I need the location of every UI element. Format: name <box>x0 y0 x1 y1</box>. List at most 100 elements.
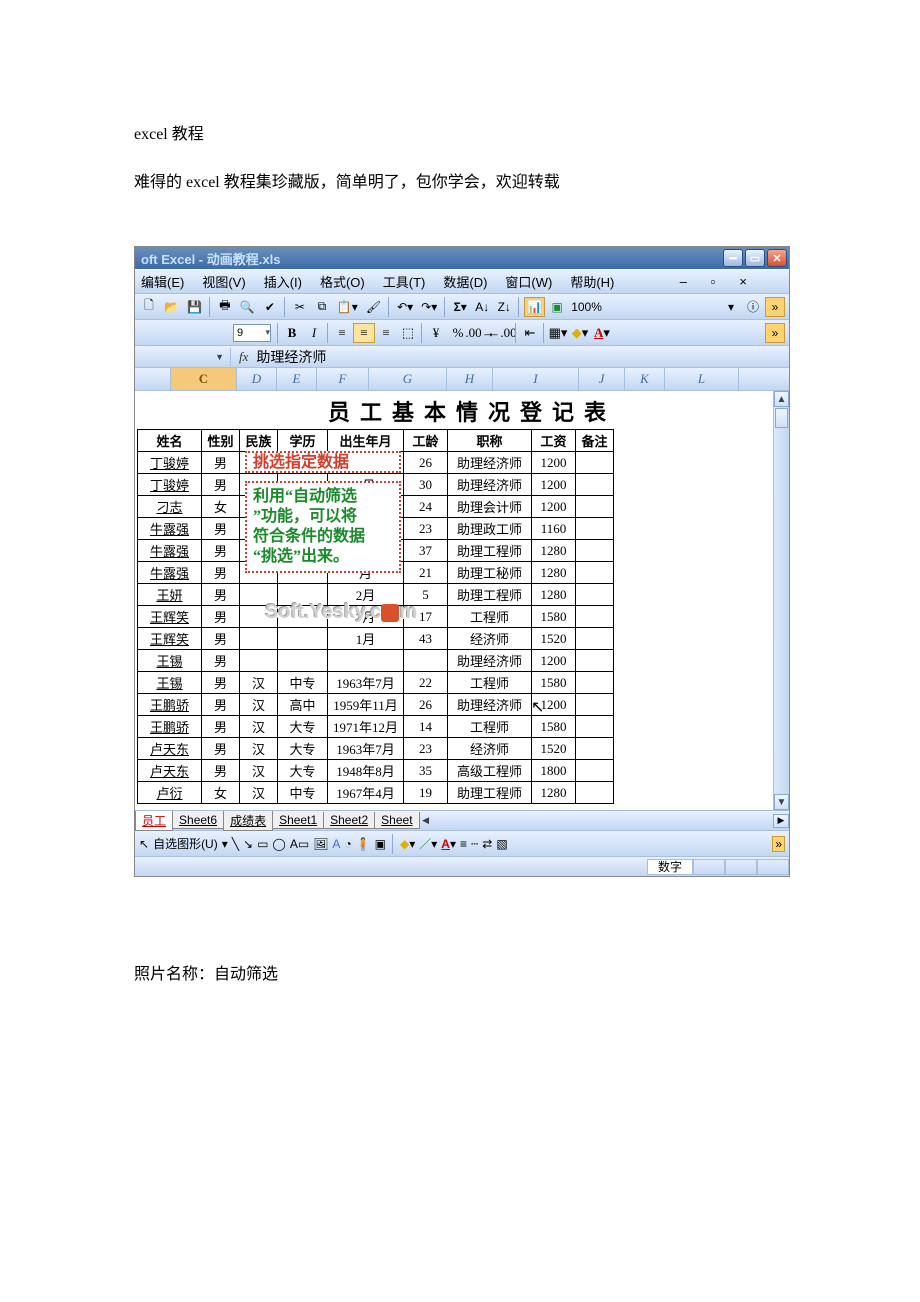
tab-scroll-left-icon[interactable]: ◀ <box>419 815 433 826</box>
cell-title[interactable]: 工程师 <box>448 716 532 738</box>
line-color-icon[interactable]: ／▾ <box>419 835 437 852</box>
cell-title[interactable]: 助理工程师 <box>448 540 532 562</box>
scroll-right-icon[interactable]: ▶ <box>773 814 789 828</box>
oval-icon[interactable]: ◯ <box>272 837 285 851</box>
cell-edu[interactable]: 高中 <box>278 694 328 716</box>
undo-icon[interactable]: ↶▾ <box>394 297 416 317</box>
sheet-tab[interactable]: Sheet2 <box>323 812 375 829</box>
bold-button[interactable]: B <box>281 323 303 343</box>
cell-name[interactable]: 卢天东 <box>138 738 202 760</box>
toolbar-options-icon[interactable]: ▾ <box>721 297 741 317</box>
cell-note[interactable] <box>576 518 614 540</box>
cell-nat[interactable]: 汉 <box>240 716 278 738</box>
cell-edu[interactable] <box>278 650 328 672</box>
cell-name[interactable]: 王锡 <box>138 650 202 672</box>
col-header-j[interactable]: J <box>579 368 625 390</box>
cell-title[interactable]: 助理工程师 <box>448 782 532 804</box>
copy-icon[interactable]: ⧉ <box>312 297 332 317</box>
cell-sal[interactable]: 1280 <box>532 782 576 804</box>
cell-sex[interactable]: 男 <box>202 672 240 694</box>
cell-sal[interactable]: 1520 <box>532 738 576 760</box>
cell-name[interactable]: 王辉笑 <box>138 628 202 650</box>
line-weight-icon[interactable]: ≡ <box>460 837 467 851</box>
cell-yrs[interactable]: 19 <box>404 782 448 804</box>
horizontal-scrollbar[interactable]: ▶ <box>437 814 789 828</box>
cell-sex[interactable]: 女 <box>202 782 240 804</box>
cell-title[interactable]: 助理政工师 <box>448 518 532 540</box>
print-preview-icon[interactable]: 🔍 <box>237 297 258 317</box>
drawing-toggle-icon[interactable]: ▣ <box>547 297 567 317</box>
table-row[interactable]: 卢天东男汉大专1963年7月23经济师1520 <box>138 738 614 760</box>
print-icon[interactable]: 🖶 <box>215 297 235 317</box>
cell-note[interactable] <box>576 716 614 738</box>
minimize-button[interactable]: ━ <box>723 249 743 267</box>
sort-asc-icon[interactable]: A↓ <box>472 297 492 317</box>
cell-sal[interactable]: 1280 <box>532 584 576 606</box>
cell-note[interactable] <box>576 606 614 628</box>
cell-note[interactable] <box>576 672 614 694</box>
col-header-d[interactable]: D <box>237 368 277 390</box>
table-row[interactable]: 卢天东男汉大专1948年8月35高级工程师1800 <box>138 760 614 782</box>
cell-sex[interactable]: 女 <box>202 496 240 518</box>
shadow-icon[interactable]: ▧ <box>496 837 507 851</box>
chart-wizard-icon[interactable]: 📊 <box>524 297 545 317</box>
cell-dob[interactable]: 1971年12月 <box>328 716 404 738</box>
cell-sal[interactable]: 1160 <box>532 518 576 540</box>
fx-icon[interactable]: fx <box>239 349 248 365</box>
cell-sex[interactable]: 男 <box>202 716 240 738</box>
decrease-indent-icon[interactable]: ⇤ <box>519 323 541 343</box>
cell-sex[interactable]: 男 <box>202 760 240 782</box>
cell-dob[interactable]: 1963年7月 <box>328 672 404 694</box>
col-header-h[interactable]: H <box>447 368 493 390</box>
dash-style-icon[interactable]: ┄ <box>471 837 478 851</box>
cell-sal[interactable]: 1280 <box>532 540 576 562</box>
cell-name[interactable]: 牛露强 <box>138 562 202 584</box>
cell-sex[interactable]: 男 <box>202 584 240 606</box>
cell-edu[interactable]: 中专 <box>278 672 328 694</box>
cell-note[interactable] <box>576 540 614 562</box>
cell-edu[interactable]: 大专 <box>278 716 328 738</box>
cell-note[interactable] <box>576 782 614 804</box>
cell-title[interactable]: 工程师 <box>448 606 532 628</box>
toolbar-overflow-icon[interactable]: » <box>765 297 785 317</box>
table-row[interactable]: 王锡男汉中专1963年7月22工程师1580 <box>138 672 614 694</box>
cell-dob[interactable]: 1963年7月 <box>328 738 404 760</box>
cell-yrs[interactable]: 24 <box>404 496 448 518</box>
cell-sal[interactable]: 1200 <box>532 452 576 474</box>
menu-format[interactable]: 格式(O) <box>320 272 365 291</box>
help-icon[interactable]: ⓘ <box>743 297 763 317</box>
scroll-up-icon[interactable]: ▲ <box>774 391 789 407</box>
open-file-icon[interactable]: 📂 <box>161 297 182 317</box>
cell-sex[interactable]: 男 <box>202 694 240 716</box>
draw-overflow-icon[interactable]: » <box>772 836 785 852</box>
cell-yrs[interactable]: 30 <box>404 474 448 496</box>
menu-edit[interactable]: 编辑(E) <box>141 272 184 291</box>
col-header-e[interactable]: E <box>277 368 317 390</box>
cell-note[interactable] <box>576 694 614 716</box>
cell-yrs[interactable]: 14 <box>404 716 448 738</box>
cell-yrs[interactable] <box>404 650 448 672</box>
doc-minimize-icon[interactable]: – <box>680 274 687 289</box>
cell-title[interactable]: 助理经济师 <box>448 650 532 672</box>
cell-note[interactable] <box>576 738 614 760</box>
col-header-i[interactable]: I <box>493 368 579 390</box>
scroll-thumb[interactable] <box>775 408 788 428</box>
cell-edu[interactable]: 中专 <box>278 782 328 804</box>
close-button[interactable]: ✕ <box>767 249 787 267</box>
cell-sex[interactable]: 男 <box>202 518 240 540</box>
cell-nat[interactable] <box>240 650 278 672</box>
cell-edu[interactable]: 大专 <box>278 760 328 782</box>
sheet-tab[interactable]: 成绩表 <box>223 811 273 831</box>
arrow-style-icon[interactable]: ⇄ <box>482 837 492 851</box>
cell-sex[interactable]: 男 <box>202 650 240 672</box>
cell-sal[interactable]: 1280 <box>532 562 576 584</box>
borders-icon[interactable]: ▦▾ <box>547 323 569 343</box>
cell-note[interactable] <box>576 584 614 606</box>
table-row[interactable]: 王鹏骄男汉大专1971年12月14工程师1580 <box>138 716 614 738</box>
new-file-icon[interactable]: 🗋 <box>139 297 159 317</box>
pointer-icon[interactable]: ↖ <box>139 837 149 851</box>
cell-nat[interactable]: 汉 <box>240 738 278 760</box>
maximize-button[interactable]: ▭ <box>745 249 765 267</box>
cell-yrs[interactable]: 35 <box>404 760 448 782</box>
menu-tools[interactable]: 工具(T) <box>383 272 426 291</box>
